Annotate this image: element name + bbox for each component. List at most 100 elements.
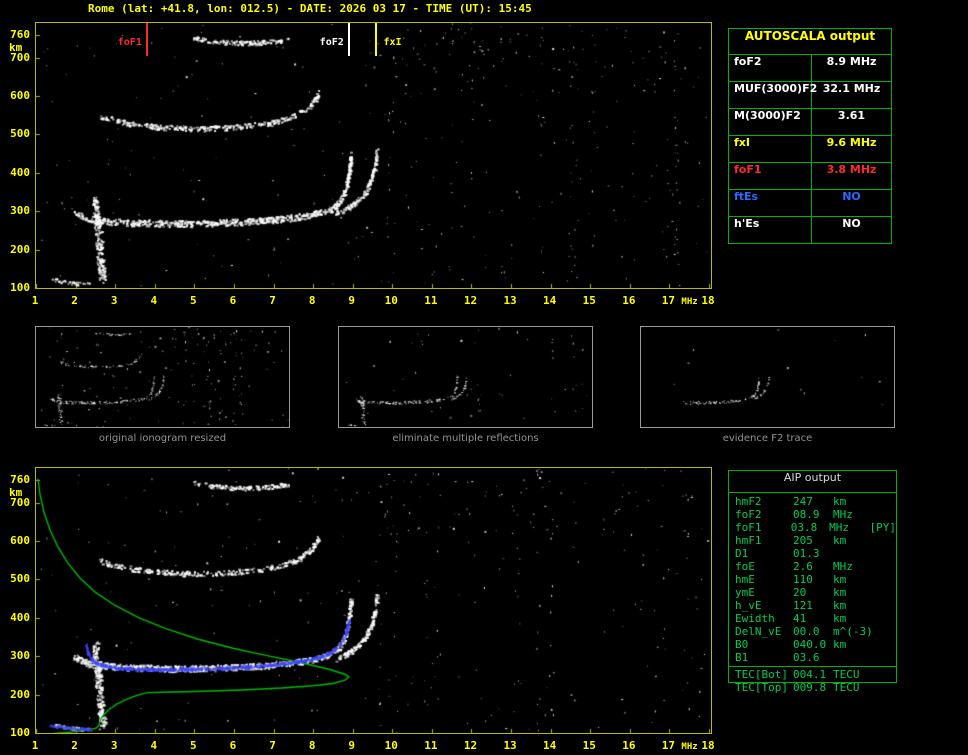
x-axis-unit: MHz bbox=[681, 742, 698, 752]
autoscala-row-fxI: fxI 9.6 MHz bbox=[729, 136, 891, 163]
aip-row-hmF2: hmF2 247 km bbox=[729, 495, 896, 508]
y-axis-label: 300 bbox=[10, 649, 30, 663]
y-axis-label: 760 bbox=[10, 472, 30, 486]
aip-table-header: AIP output bbox=[729, 471, 896, 493]
marker-line-fxI bbox=[375, 23, 378, 56]
aip-row-ymE: ymE 20 km bbox=[729, 586, 896, 599]
ionogram-top-canvas bbox=[36, 23, 711, 288]
aip-table-rows: hmF2 247 km foF2 08.9 MHz foF1 03.8 MHz [PY] hmF1 2… bbox=[729, 493, 896, 682]
x-axis-label: 8 bbox=[308, 739, 316, 752]
y-axis-label: 100 bbox=[10, 726, 30, 739]
x-axis-label: 9 bbox=[348, 294, 356, 307]
x-axis-label: 2 bbox=[71, 739, 78, 752]
x-axis-label: 4 bbox=[150, 294, 158, 307]
x-axis-label: 17 bbox=[661, 739, 676, 752]
marker-label-foF2: foF2 bbox=[318, 37, 345, 48]
x-axis-label: 11 bbox=[424, 739, 438, 752]
aip-val: 040.0 bbox=[793, 638, 827, 651]
x-axis-label: 13 bbox=[503, 294, 517, 307]
x-axis-label: 1 bbox=[31, 739, 39, 752]
aip-note: [PY] bbox=[869, 521, 896, 534]
autoscala-param-label: ftEs bbox=[729, 190, 812, 216]
x-axis-label: 17 bbox=[661, 294, 676, 307]
autoscala-param-value: 8.9 MHz bbox=[826, 55, 877, 68]
x-axis-label: 4 bbox=[150, 739, 158, 752]
autoscala-row-h'Es: h'Es NO bbox=[729, 217, 891, 243]
thumbnail-evidence-f2: evidence F2 trace bbox=[640, 326, 895, 446]
aip-name: DelN_vE bbox=[735, 625, 782, 638]
page-title: Rome (lat: +41.8, lon: 012.5) - DATE: 20… bbox=[88, 2, 532, 15]
aip-unit: km bbox=[833, 573, 847, 586]
aip-val: 20 bbox=[793, 586, 807, 599]
x-axis-label: 1 bbox=[31, 294, 39, 307]
ionogram-bottom-plot bbox=[35, 467, 712, 734]
x-axis-label: 3 bbox=[110, 294, 118, 307]
x-axis-label: 6 bbox=[229, 294, 237, 307]
aip-note bbox=[875, 638, 896, 651]
y-axis-label: 200 bbox=[10, 242, 30, 256]
y-axis-label: 400 bbox=[10, 610, 30, 624]
aip-name: D1 bbox=[735, 547, 749, 560]
autoscala-param-label: M(3000)F2 bbox=[729, 109, 812, 135]
tec-top-row-container: TEC[Top] 009.8 TECU bbox=[729, 681, 894, 695]
autoscala-row-foF1: foF1 3.8 MHz bbox=[729, 163, 891, 190]
x-axis-label: 15 bbox=[582, 739, 596, 752]
x-axis-label: 8 bbox=[308, 294, 316, 307]
aip-unit: km bbox=[833, 586, 847, 599]
x-axis-label: 2 bbox=[71, 294, 78, 307]
aip-val: 08.9 bbox=[793, 508, 820, 521]
y-axis-label: 400 bbox=[10, 165, 30, 179]
aip-val: 2.6 bbox=[793, 560, 813, 573]
aip-unit: MHz bbox=[833, 508, 853, 521]
y-axis-unit: km bbox=[9, 485, 23, 499]
marker-label-foF1: foF1 bbox=[116, 37, 143, 48]
aip-val: 205 bbox=[793, 534, 813, 547]
marker-line-foF1 bbox=[145, 23, 148, 56]
aip-val: 247 bbox=[793, 495, 813, 508]
aip-output-table: AIP output hmF2 247 km foF2 08.9 MHz foF1 03.8 M… bbox=[728, 470, 897, 683]
thumbnail-caption: eliminate multiple reflections bbox=[392, 433, 539, 444]
x-axis-label: 12 bbox=[463, 294, 478, 307]
y-axis-label: 760 bbox=[10, 27, 30, 41]
thumbnail-evidence-canvas bbox=[640, 326, 895, 428]
aip-note bbox=[875, 586, 896, 599]
aip-name: h_vE bbox=[735, 599, 762, 612]
y-axis-label: 300 bbox=[10, 204, 30, 218]
aip-name: foE bbox=[735, 560, 755, 573]
aip-name: foF1 bbox=[735, 521, 762, 534]
x-axis-label: 9 bbox=[348, 739, 356, 752]
autoscala-row-foF2: foF2 8.9 MHz bbox=[729, 55, 891, 82]
aip-val: 01.3 bbox=[793, 547, 820, 560]
aip-unit: MHz bbox=[829, 521, 850, 534]
aip-row-foF1: foF1 03.8 MHz [PY] bbox=[729, 521, 896, 534]
thumbnail-caption: evidence F2 trace bbox=[722, 433, 813, 444]
aip-unit: km bbox=[833, 599, 847, 612]
autoscala-param-value: 32.1 MHz bbox=[822, 82, 881, 95]
marker-label-fxI: fxI bbox=[382, 37, 403, 48]
aip-row-B0: B0 040.0 km bbox=[729, 638, 896, 651]
aip-note bbox=[875, 508, 896, 521]
aip-row-D1: D1 01.3 bbox=[729, 547, 896, 560]
aip-unit: km bbox=[833, 495, 847, 508]
aip-row-TEC[Top]: TEC[Top] 009.8 TECU bbox=[729, 681, 894, 695]
x-axis-label: 13 bbox=[503, 739, 517, 752]
aip-row-hmE: hmE 110 km bbox=[729, 573, 896, 586]
aip-note bbox=[875, 534, 896, 547]
aip-name: hmF1 bbox=[735, 534, 762, 547]
autoscala-table-header: AUTOSCALA output bbox=[729, 29, 891, 55]
thumbnail-original-ionogram: original ionogram resized bbox=[35, 326, 290, 446]
aip-name: ymE bbox=[735, 586, 755, 599]
aip-note bbox=[875, 560, 896, 573]
y-axis-unit: km bbox=[9, 40, 23, 54]
x-axis-label: 5 bbox=[190, 294, 197, 307]
autoscala-param-label: fxI bbox=[729, 136, 812, 162]
aip-unit: TECU bbox=[833, 681, 860, 694]
aip-unit: km bbox=[833, 638, 847, 651]
autoscala-param-label: foF1 bbox=[729, 163, 812, 189]
x-axis-label: 18 bbox=[701, 739, 715, 752]
autoscala-param-value: NO bbox=[842, 217, 861, 230]
aip-name: hmF2 bbox=[735, 495, 762, 508]
autoscala-screen: Rome (lat: +41.8, lon: 012.5) - DATE: 20… bbox=[0, 0, 968, 755]
aip-note bbox=[875, 547, 896, 560]
autoscala-param-label: h'Es bbox=[729, 217, 812, 243]
